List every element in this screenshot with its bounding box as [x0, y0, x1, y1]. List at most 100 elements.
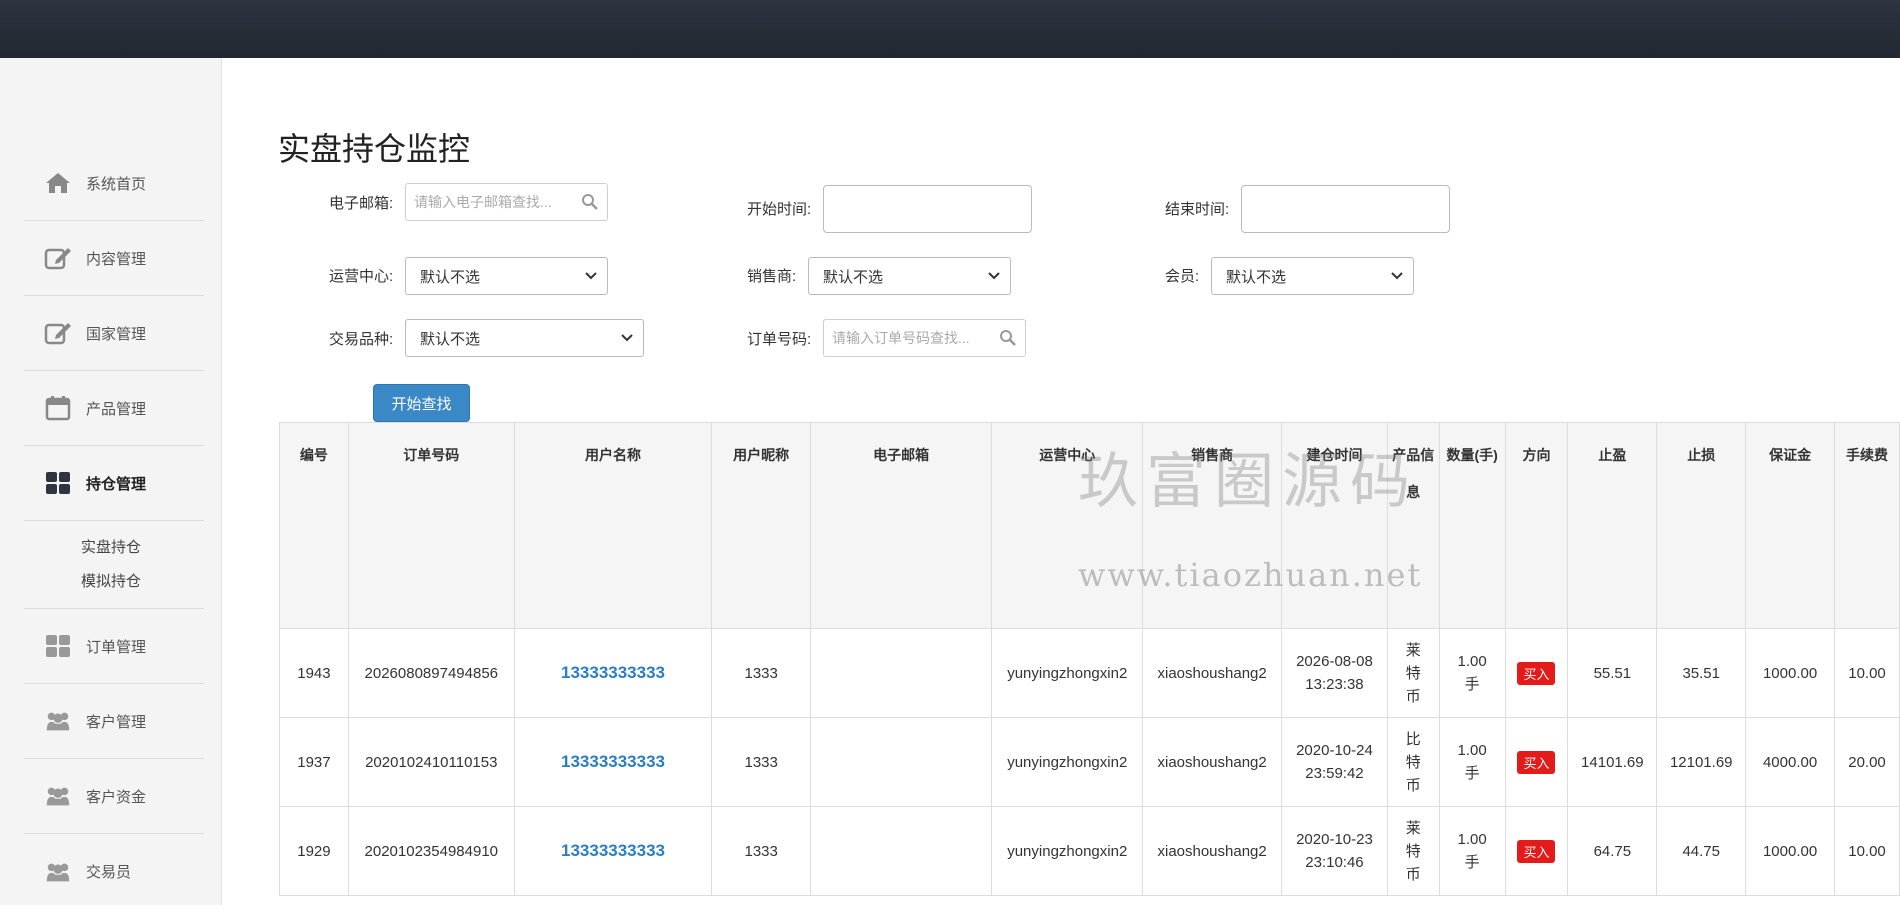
grid-icon [44, 469, 72, 497]
cell-id: 1943 [279, 628, 349, 718]
users-icon [44, 782, 72, 810]
cell-order: 2020102410110153 [347, 717, 515, 807]
sidebar-subnav: 实盘持仓 模拟持仓 [24, 521, 204, 609]
cell-date: 2020-10-24 [1296, 742, 1373, 759]
cell-qty: 1.00 手 [1438, 806, 1506, 896]
sidebar-item-country[interactable]: 国家管理 [24, 296, 204, 371]
cell-open-time: 2020-10-24 23:59:42 [1281, 717, 1388, 807]
search-button[interactable]: 开始查找 [373, 384, 470, 422]
sidebar-subitem-real[interactable]: 实盘持仓 [81, 531, 204, 565]
center-select[interactable]: 默认不选 [405, 257, 608, 295]
chevron-down-icon [1391, 272, 1403, 280]
cell-direction: 买入 [1504, 628, 1569, 718]
dealer-label: 销售商: [747, 268, 797, 285]
member-select[interactable]: 默认不选 [1211, 257, 1414, 295]
chevron-down-icon [621, 334, 633, 342]
start-time-field[interactable] [823, 185, 1032, 233]
cell-product: 莱特币 [1386, 628, 1440, 718]
buy-badge: 买入 [1517, 839, 1556, 863]
cell-take-profit: 55.51 [1567, 628, 1658, 718]
sidebar-item-label: 内容管理 [86, 250, 147, 268]
member-label: 会员: [1165, 268, 1200, 285]
cell-margin: 1000.00 [1745, 628, 1836, 718]
col-header-margin: 保证金 [1745, 422, 1836, 629]
table-row: 1937 2020102410110153 13333333333 1333 y… [279, 717, 1900, 807]
cell-id: 1929 [279, 806, 349, 896]
cell-fee: 10.00 [1834, 806, 1900, 896]
cell-product-char: 币 [1405, 776, 1421, 794]
cell-qty-unit: 手 [1464, 676, 1480, 693]
cell-product-char: 币 [1405, 865, 1421, 883]
order-field-wrap [823, 319, 1026, 357]
edit-icon [44, 244, 72, 272]
email-field-wrap [405, 183, 608, 221]
sidebar-item-label: 交易员 [86, 864, 132, 881]
cell-product: 比特币 [1386, 717, 1440, 807]
sidebar-item-orders[interactable]: 订单管理 [24, 609, 204, 684]
cell-fee: 20.00 [1834, 717, 1900, 807]
sidebar-item-funds[interactable]: 客户资金 [24, 759, 204, 834]
product-label: 交易品种: [329, 331, 394, 348]
search-icon[interactable] [581, 193, 599, 211]
sidebar-item-position[interactable]: 持仓管理 [24, 446, 243, 521]
sidebar-item-traders[interactable]: 交易员 [24, 834, 204, 909]
sidebar-item-customers[interactable]: 客户管理 [24, 684, 204, 759]
cell-product-char: 特 [1405, 842, 1421, 860]
sidebar: 系统首页 内容管理 国家管理 产品管理 持仓管理 实盘持仓 模拟持仓 订单管理 … [0, 58, 243, 905]
cell-order: 2020102354984910 [347, 806, 515, 896]
cell-username-link[interactable]: 13333333333 [513, 717, 713, 807]
dealer-select-value: 默认不选 [823, 268, 884, 286]
email-field[interactable] [406, 184, 581, 220]
top-bar [0, 0, 1900, 58]
order-number-field[interactable] [824, 320, 999, 356]
sidebar-item-label: 客户资金 [86, 788, 147, 806]
cell-product-char: 特 [1405, 664, 1421, 682]
col-header-stop-loss: 止损 [1656, 422, 1747, 629]
sidebar-item-content[interactable]: 内容管理 [24, 221, 204, 296]
sidebar-item-home[interactable]: 系统首页 [24, 146, 204, 221]
cell-email [810, 628, 993, 718]
col-header-email: 电子邮箱 [810, 422, 993, 629]
search-icon[interactable] [999, 329, 1017, 347]
users-icon [44, 707, 72, 735]
product-select-value: 默认不选 [420, 330, 481, 348]
cell-product-char: 莱 [1405, 819, 1421, 837]
cell-product-char: 币 [1405, 687, 1421, 705]
cell-username-link[interactable]: 13333333333 [513, 628, 713, 718]
dealer-select[interactable]: 默认不选 [808, 257, 1011, 295]
sidebar-item-label: 客户管理 [86, 713, 147, 731]
cell-take-profit: 14101.69 [1567, 717, 1658, 807]
col-header-qty: 数量(手) [1438, 422, 1506, 629]
table-row: 1929 2020102354984910 13333333333 1333 y… [279, 806, 1900, 896]
cell-qty-value: 1.00 [1457, 831, 1487, 848]
table-row: 1943 2026080897494856 13333333333 1333 y… [279, 628, 1900, 718]
cell-product: 莱特币 [1386, 806, 1440, 896]
sidebar-item-label: 产品管理 [86, 400, 147, 418]
col-header-direction: 方向 [1504, 422, 1569, 629]
cell-date: 2026-08-08 [1296, 653, 1373, 670]
cell-username-link[interactable]: 13333333333 [513, 806, 713, 896]
col-header-order: 订单号码 [347, 422, 515, 629]
cell-qty-unit: 手 [1464, 765, 1480, 782]
end-time-label: 结束时间: [1165, 201, 1230, 218]
cell-dealer: xiaoshoushang2 [1142, 806, 1283, 896]
order-label: 订单号码: [747, 331, 812, 348]
end-time-field[interactable] [1241, 185, 1450, 233]
cell-center: yunyingzhongxin2 [991, 806, 1144, 896]
cell-margin: 4000.00 [1745, 717, 1836, 807]
cell-product-char: 比 [1405, 730, 1421, 748]
cell-order: 2026080897494856 [347, 628, 515, 718]
sidebar-subitem-sim[interactable]: 模拟持仓 [81, 565, 204, 599]
col-header-username: 用户名称 [513, 422, 713, 629]
cell-qty: 1.00 手 [1438, 628, 1506, 718]
cell-qty-unit: 手 [1464, 854, 1480, 871]
sidebar-item-product[interactable]: 产品管理 [24, 371, 204, 446]
cell-id: 1937 [279, 717, 349, 807]
cell-qty-value: 1.00 [1457, 653, 1487, 670]
sidebar-nav: 系统首页 内容管理 国家管理 产品管理 持仓管理 实盘持仓 模拟持仓 订单管理 … [24, 146, 243, 909]
center-select-value: 默认不选 [420, 268, 481, 286]
col-header-id: 编号 [279, 422, 349, 629]
product-select[interactable]: 默认不选 [405, 319, 644, 357]
cell-nickname: 1333 [711, 806, 812, 896]
cell-direction: 买入 [1504, 717, 1569, 807]
